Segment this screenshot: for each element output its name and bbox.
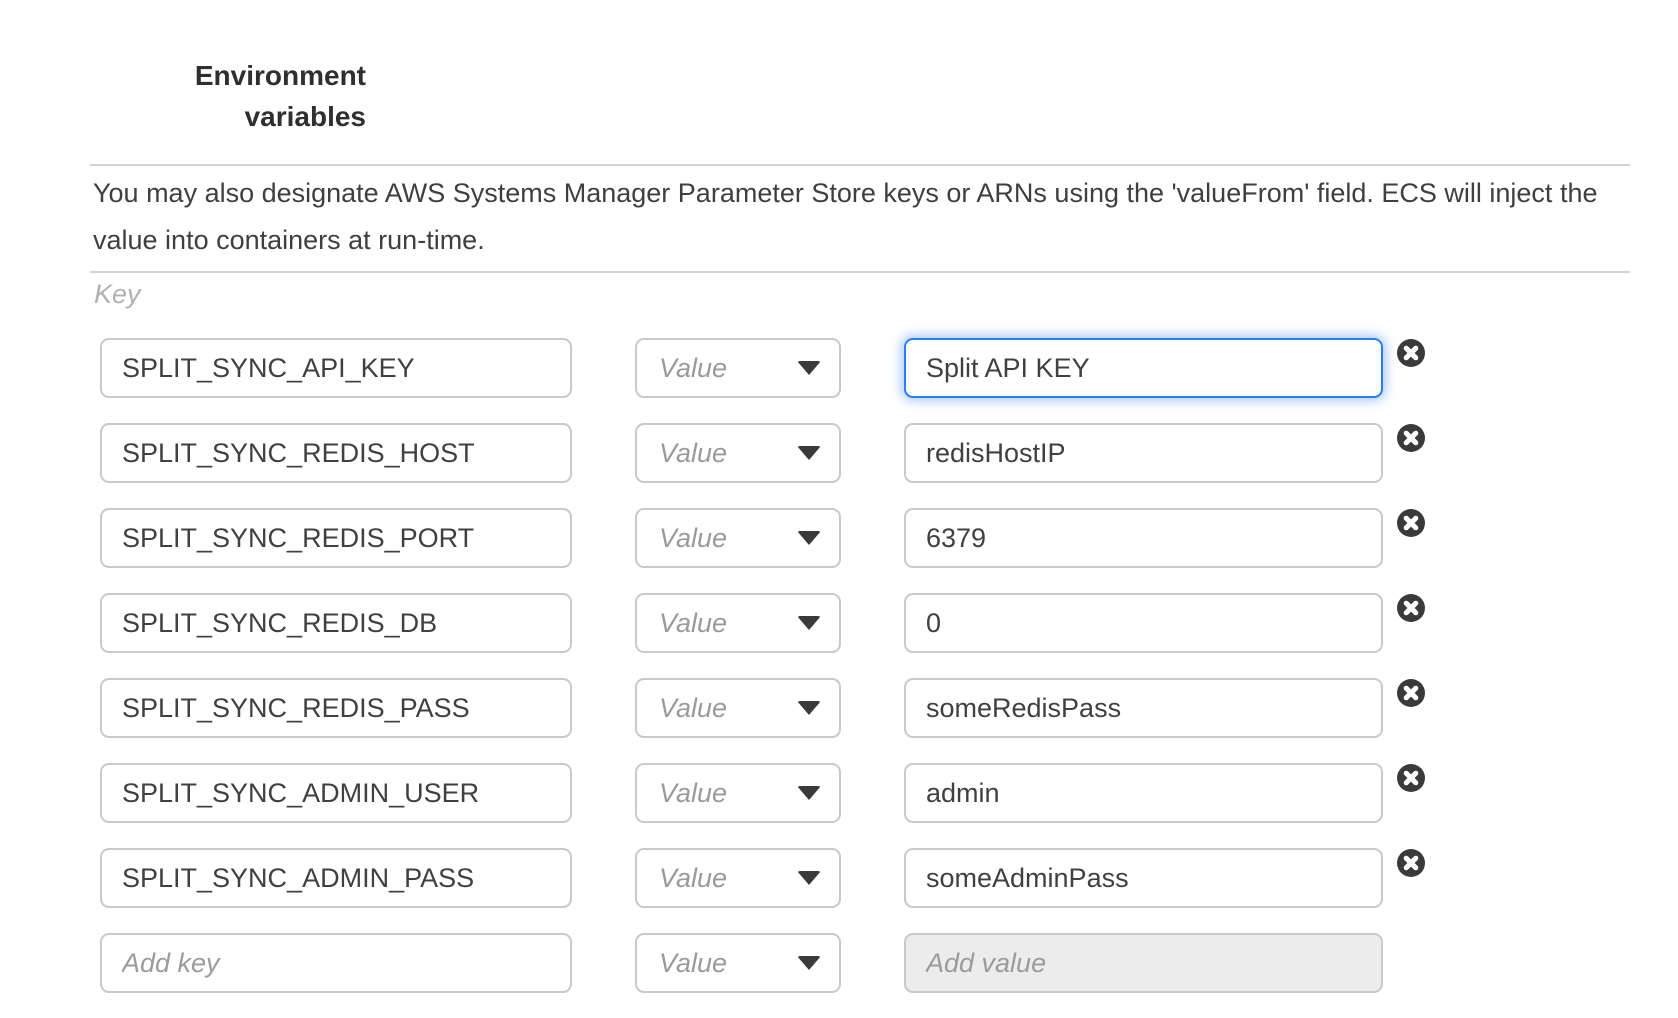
env-key-input[interactable] xyxy=(100,678,572,738)
chevron-down-icon xyxy=(797,531,821,545)
chevron-down-icon xyxy=(797,956,821,970)
x-circle-icon xyxy=(1397,424,1425,452)
section-title: Environment variables xyxy=(100,55,366,137)
chevron-down-icon xyxy=(797,871,821,885)
environment-variables-section: Environment variables You may also desig… xyxy=(0,0,1678,1018)
env-value-input[interactable] xyxy=(904,508,1383,568)
remove-row-button[interactable] xyxy=(1397,339,1425,367)
env-var-row: Value xyxy=(0,423,1678,483)
remove-row-button[interactable] xyxy=(1397,509,1425,537)
x-circle-icon xyxy=(1397,679,1425,707)
remove-row-button[interactable] xyxy=(1397,764,1425,792)
value-type-label: Value xyxy=(659,523,727,554)
env-value-input[interactable] xyxy=(904,593,1383,653)
chevron-down-icon xyxy=(797,616,821,630)
section-description: You may also designate AWS Systems Manag… xyxy=(93,170,1630,264)
value-type-select[interactable]: Value xyxy=(635,678,841,738)
add-env-var-row: Value xyxy=(0,933,1678,993)
x-circle-icon xyxy=(1397,849,1425,877)
env-var-row: Value xyxy=(0,593,1678,653)
divider xyxy=(90,271,1630,273)
env-key-input[interactable] xyxy=(100,423,572,483)
remove-row-button[interactable] xyxy=(1397,679,1425,707)
env-value-input[interactable] xyxy=(904,848,1383,908)
x-circle-icon xyxy=(1397,339,1425,367)
value-type-label: Value xyxy=(659,608,727,639)
value-type-select[interactable]: Value xyxy=(635,338,841,398)
x-circle-icon xyxy=(1397,764,1425,792)
remove-row-button[interactable] xyxy=(1397,424,1425,452)
add-key-input[interactable] xyxy=(100,933,572,993)
value-type-select[interactable]: Value xyxy=(635,933,841,993)
chevron-down-icon xyxy=(797,446,821,460)
env-key-input[interactable] xyxy=(100,763,572,823)
value-type-label: Value xyxy=(659,778,727,809)
value-type-select[interactable]: Value xyxy=(635,763,841,823)
env-var-row: Value xyxy=(0,848,1678,908)
value-type-label: Value xyxy=(659,438,727,469)
value-type-label: Value xyxy=(659,863,727,894)
remove-row-button[interactable] xyxy=(1397,594,1425,622)
remove-row-button[interactable] xyxy=(1397,849,1425,877)
env-value-input[interactable] xyxy=(904,763,1383,823)
chevron-down-icon xyxy=(797,701,821,715)
env-var-row: Value xyxy=(0,338,1678,398)
divider xyxy=(90,164,1630,166)
env-key-input[interactable] xyxy=(100,508,572,568)
env-key-input[interactable] xyxy=(100,593,572,653)
env-var-row: Value xyxy=(0,763,1678,823)
chevron-down-icon xyxy=(797,786,821,800)
env-key-input[interactable] xyxy=(100,848,572,908)
x-circle-icon xyxy=(1397,594,1425,622)
x-circle-icon xyxy=(1397,509,1425,537)
value-type-label: Value xyxy=(659,948,727,979)
env-var-row: Value xyxy=(0,678,1678,738)
env-value-input[interactable] xyxy=(904,678,1383,738)
value-type-select[interactable]: Value xyxy=(635,848,841,908)
add-value-input[interactable] xyxy=(904,933,1383,993)
value-type-select[interactable]: Value xyxy=(635,593,841,653)
value-type-select[interactable]: Value xyxy=(635,508,841,568)
env-var-rows: Value Value xyxy=(0,338,1678,1018)
value-type-label: Value xyxy=(659,353,727,384)
value-type-select[interactable]: Value xyxy=(635,423,841,483)
chevron-down-icon xyxy=(797,361,821,375)
env-key-input[interactable] xyxy=(100,338,572,398)
env-value-input[interactable] xyxy=(904,338,1383,398)
env-value-input[interactable] xyxy=(904,423,1383,483)
key-column-header: Key xyxy=(94,279,141,310)
value-type-label: Value xyxy=(659,693,727,724)
env-var-row: Value xyxy=(0,508,1678,568)
